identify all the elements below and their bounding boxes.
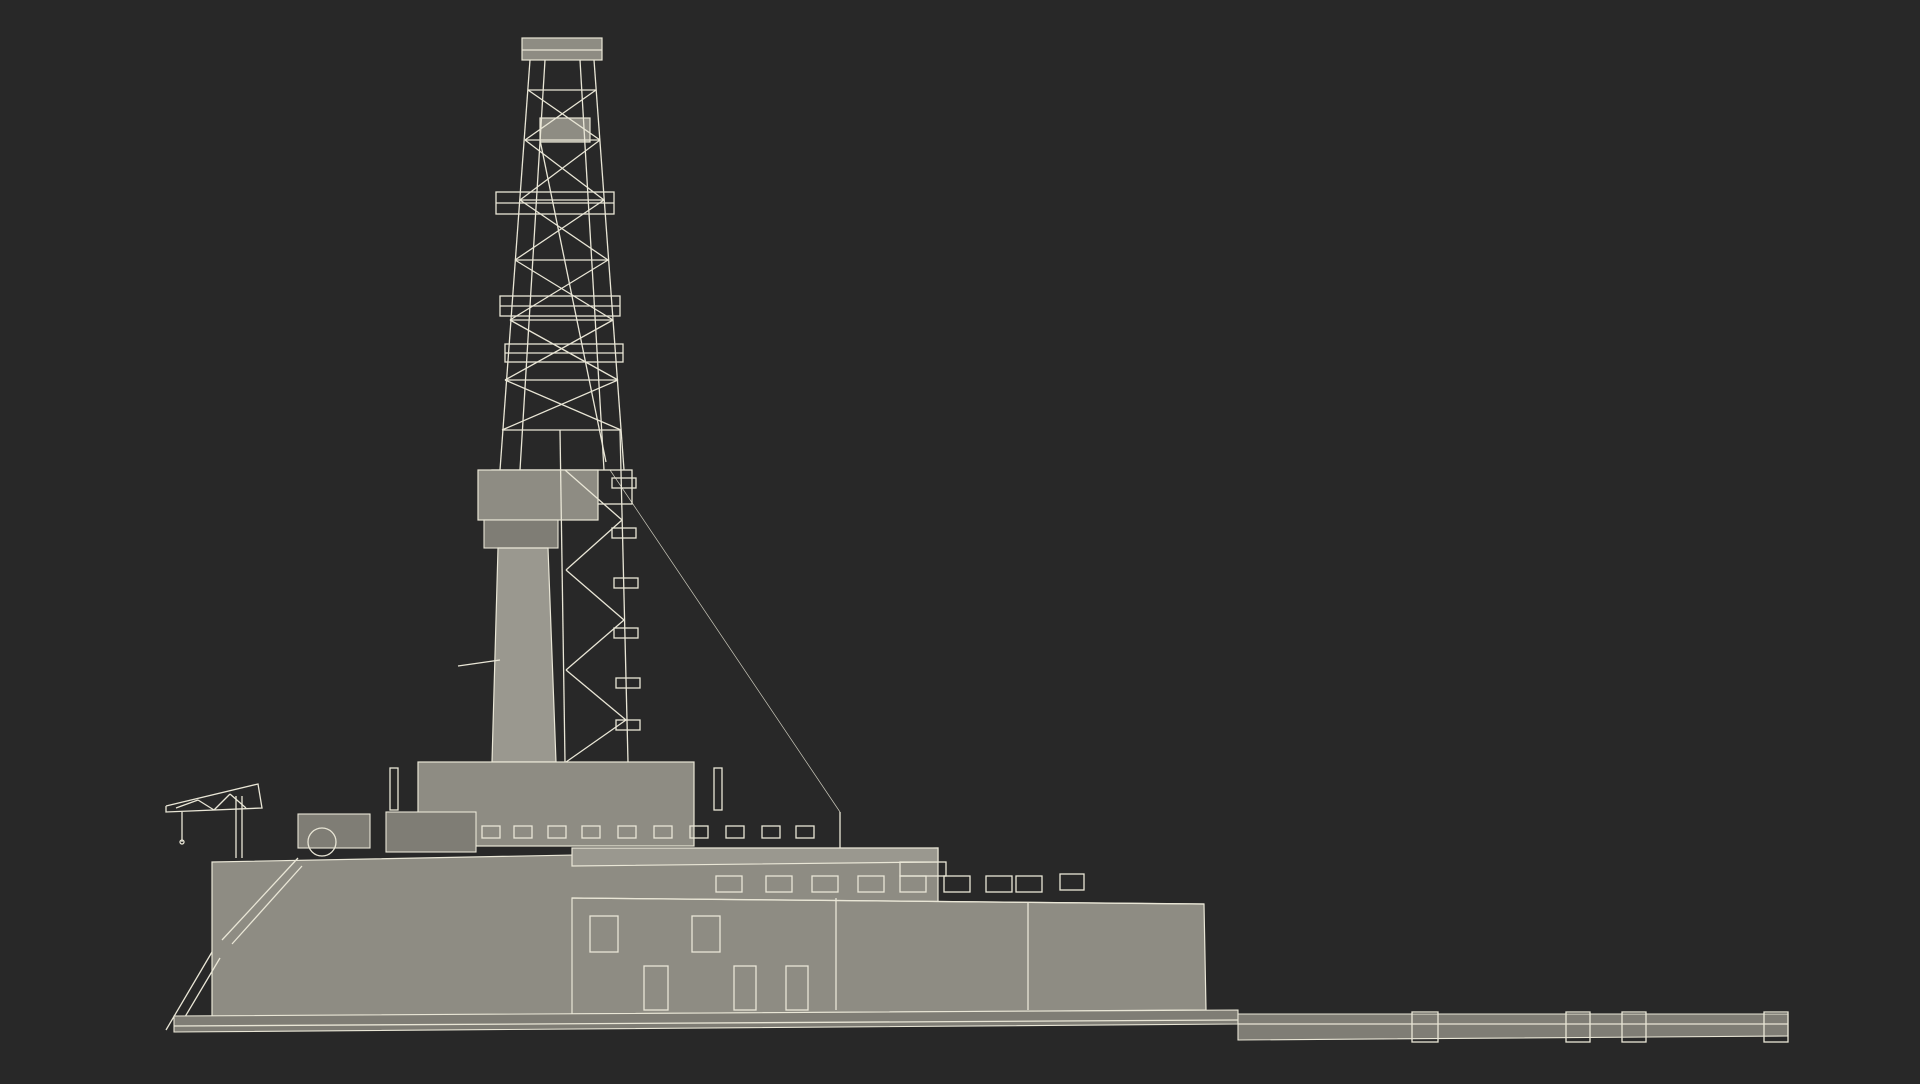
hull xyxy=(165,825,1207,1033)
viewport xyxy=(0,0,1920,1080)
drilling-rig-wireframe-model xyxy=(165,37,1789,1043)
monkey-board xyxy=(477,469,599,521)
guy-wire xyxy=(609,469,841,813)
lower-deck xyxy=(173,1009,1789,1043)
drill-floor xyxy=(297,761,723,857)
hull-right-block xyxy=(571,897,1207,1015)
pipe-rack-column xyxy=(491,547,557,763)
crown-block xyxy=(521,37,603,61)
derrick-mast xyxy=(457,37,841,850)
deck-crane xyxy=(165,783,263,858)
